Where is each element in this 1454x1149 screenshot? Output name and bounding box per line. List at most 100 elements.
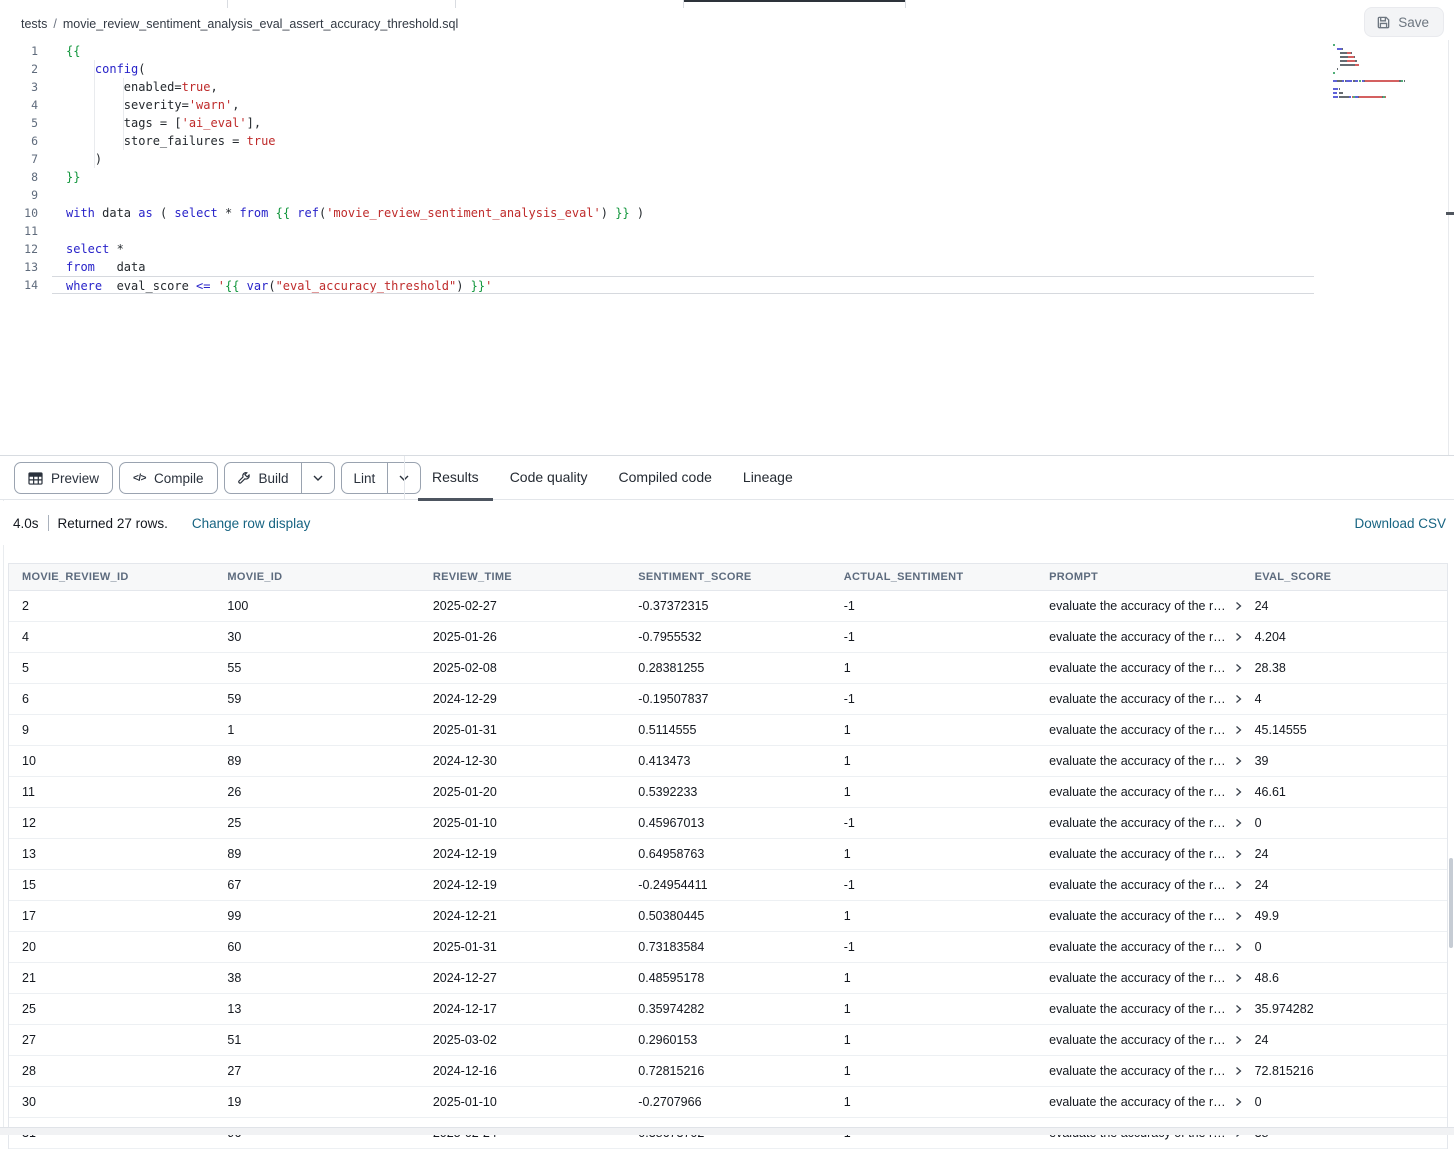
expand-chevron-icon[interactable] <box>1235 973 1242 983</box>
table-cell: -1 <box>831 808 1036 838</box>
active-tab-edge <box>684 0 905 2</box>
code-line[interactable]: 9 <box>0 186 1314 204</box>
lint-button[interactable]: Lint <box>342 463 388 493</box>
table-cell: 0.50380445 <box>625 901 830 931</box>
table-cell: 1 <box>831 901 1036 931</box>
table-cell: 2025-01-26 <box>420 622 625 652</box>
breadcrumb-folder[interactable]: tests <box>21 17 47 31</box>
table-cell: 2024-12-30 <box>420 746 625 776</box>
table-row: 4302025-01-26-0.7955532-1evaluate the ac… <box>9 622 1447 653</box>
indent-guide <box>123 78 124 150</box>
table-cell: 46.61 <box>1242 777 1447 807</box>
table-row: 15672024-12-19-0.24954411-1evaluate the … <box>9 870 1447 901</box>
code-editor[interactable]: 1{{2 config(3 enabled=true,4 severity='w… <box>0 40 1454 455</box>
expand-chevron-icon[interactable] <box>1235 849 1242 859</box>
overview-cursor-marker <box>1446 212 1454 215</box>
expand-chevron-icon[interactable] <box>1235 601 1242 611</box>
table-cell: 24 <box>1242 839 1447 869</box>
code-line[interactable]: 7 ) <box>0 150 1314 168</box>
table-row: 17992024-12-210.503804451evaluate the ac… <box>9 901 1447 932</box>
preview-button[interactable]: Preview <box>14 462 113 494</box>
table-row: 21002025-02-27-0.37372315-1evaluate the … <box>9 591 1447 622</box>
prompt-preview-text: evaluate the accuracy of the res… <box>1049 1033 1227 1047</box>
code-line[interactable]: 11 <box>0 222 1314 240</box>
expand-chevron-icon[interactable] <box>1235 1004 1242 1014</box>
tab-lineage[interactable]: Lineage <box>729 456 807 501</box>
line-number: 6 <box>0 132 52 150</box>
save-button[interactable]: Save <box>1364 7 1444 37</box>
prompt-cell: evaluate the accuracy of the res… <box>1036 622 1241 652</box>
code-line[interactable]: 1{{ <box>0 42 1314 60</box>
table-cell: -0.24954411 <box>625 870 830 900</box>
expand-chevron-icon[interactable] <box>1235 942 1242 952</box>
table-cell: 1 <box>831 746 1036 776</box>
expand-chevron-icon[interactable] <box>1235 787 1242 797</box>
table-cell: 100 <box>214 591 419 621</box>
results-tab-bar: ResultsCode qualityCompiled codeLineage <box>418 456 807 501</box>
table-scrollbar-thumb[interactable] <box>1449 858 1453 948</box>
expand-chevron-icon[interactable] <box>1235 694 1242 704</box>
table-cell: 0.73183584 <box>625 932 830 962</box>
table-cell: 0.48595178 <box>625 963 830 993</box>
table-cell: -1 <box>831 622 1036 652</box>
code-line[interactable]: 13from data <box>0 258 1314 276</box>
table-cell: 21 <box>9 963 214 993</box>
expand-chevron-icon[interactable] <box>1235 756 1242 766</box>
expand-chevron-icon[interactable] <box>1235 880 1242 890</box>
column-header-movie_review_id: MOVIE_REVIEW_ID <box>9 564 214 590</box>
prompt-preview-text: evaluate the accuracy of the res… <box>1049 630 1227 644</box>
table-header-row: MOVIE_REVIEW_IDMOVIE_IDREVIEW_TIMESENTIM… <box>9 564 1447 591</box>
prompt-preview-text: evaluate the accuracy of the res… <box>1049 661 1227 675</box>
build-dropdown-button[interactable] <box>301 463 334 493</box>
tab-results[interactable]: Results <box>418 456 493 501</box>
table-cell: 45.14555 <box>1242 715 1447 745</box>
line-content: with data as ( select * from {{ ref('mov… <box>52 204 1314 222</box>
expand-chevron-icon[interactable] <box>1235 725 1242 735</box>
prompt-preview-text: evaluate the accuracy of the res… <box>1049 1002 1227 1016</box>
tab-code-quality[interactable]: Code quality <box>496 456 602 501</box>
table-cell: 0 <box>1242 1087 1447 1117</box>
column-header-review_time: REVIEW_TIME <box>420 564 625 590</box>
expand-chevron-icon[interactable] <box>1235 911 1242 921</box>
tab-compiled-code[interactable]: Compiled code <box>605 456 726 501</box>
code-line[interactable]: 4 severity='warn', <box>0 96 1314 114</box>
expand-chevron-icon[interactable] <box>1235 818 1242 828</box>
save-icon <box>1376 15 1391 30</box>
code-line[interactable]: 8}} <box>0 168 1314 186</box>
expand-chevron-icon[interactable] <box>1235 1066 1242 1076</box>
table-cell: 10 <box>9 746 214 776</box>
editor-actions: Preview </> Compile Build <box>14 462 421 494</box>
code-line[interactable]: 2 config( <box>0 60 1314 78</box>
table-cell: 30 <box>214 622 419 652</box>
table-cell: 0.64958763 <box>625 839 830 869</box>
change-row-display-link[interactable]: Change row display <box>192 516 311 531</box>
minimap[interactable] <box>1333 44 1446 100</box>
status-divider <box>48 515 49 531</box>
line-content: enabled=true, <box>52 78 1314 96</box>
table-cell: 89 <box>214 839 419 869</box>
download-csv-link[interactable]: Download CSV <box>1354 516 1446 531</box>
prompt-preview-text: evaluate the accuracy of the res… <box>1049 909 1227 923</box>
table-cell: 28.38 <box>1242 653 1447 683</box>
line-content: tags = ['ai_eval'], <box>52 114 1314 132</box>
table-cell: -0.7955532 <box>625 622 830 652</box>
code-line[interactable]: 6 store_failures = true <box>0 132 1314 150</box>
build-button[interactable]: Build <box>225 463 301 493</box>
code-line[interactable]: 5 tags = ['ai_eval'], <box>0 114 1314 132</box>
table-cell: 27 <box>214 1056 419 1086</box>
prompt-cell: evaluate the accuracy of the res… <box>1036 870 1241 900</box>
code-line[interactable]: 10with data as ( select * from {{ ref('m… <box>0 204 1314 222</box>
code-line[interactable]: 14where eval_score <= '{{ var("eval_accu… <box>0 276 1314 294</box>
table-cell: 38 <box>214 963 419 993</box>
table-cell: 1 <box>831 653 1036 683</box>
code-line[interactable]: 3 enabled=true, <box>0 78 1314 96</box>
compile-button[interactable]: </> Compile <box>119 462 218 494</box>
table-row: 20602025-01-310.73183584-1evaluate the a… <box>9 932 1447 963</box>
expand-chevron-icon[interactable] <box>1235 663 1242 673</box>
table-cell: 39 <box>1242 746 1447 776</box>
expand-chevron-icon[interactable] <box>1235 632 1242 642</box>
code-line[interactable]: 12select * <box>0 240 1314 258</box>
expand-chevron-icon[interactable] <box>1235 1035 1242 1045</box>
expand-chevron-icon[interactable] <box>1235 1097 1242 1107</box>
line-content: severity='warn', <box>52 96 1314 114</box>
